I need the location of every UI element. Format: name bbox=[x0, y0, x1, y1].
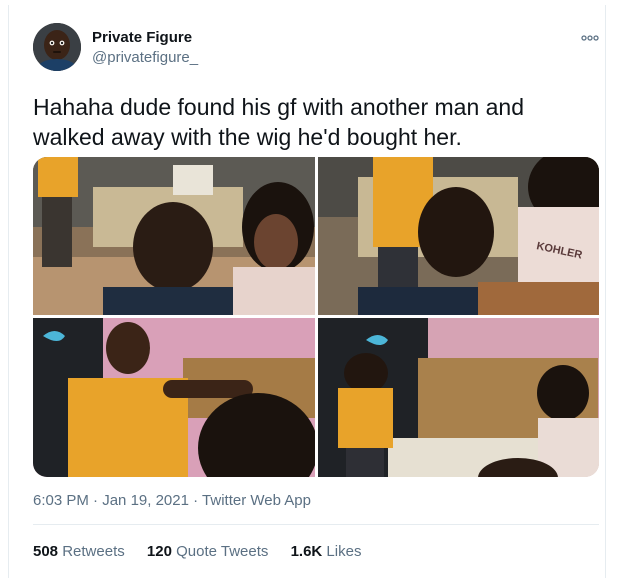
likes-stat[interactable]: 1.6K Likes bbox=[291, 543, 362, 560]
tweet-stats: 508 Retweets 120 Quote Tweets 1.6K Likes bbox=[33, 543, 379, 560]
separator: · bbox=[193, 492, 199, 509]
avatar[interactable] bbox=[33, 23, 81, 71]
divider bbox=[33, 524, 599, 525]
likes-label: Likes bbox=[326, 543, 362, 560]
media-photo-1[interactable] bbox=[33, 157, 315, 315]
tweet-time[interactable]: 6:03 PM bbox=[33, 492, 89, 509]
retweets-stat[interactable]: 508 Retweets bbox=[33, 543, 129, 560]
quotes-count: 120 bbox=[146, 543, 172, 560]
retweets-count: 508 bbox=[33, 543, 59, 560]
author-name[interactable]: Private Figure bbox=[92, 29, 192, 46]
tweet-date[interactable]: Jan 19, 2021 bbox=[102, 492, 189, 509]
tweet-text: Hahaha dude found his gf with another ma… bbox=[33, 94, 525, 150]
separator: · bbox=[93, 492, 99, 509]
tweet-source[interactable]: Twitter Web App bbox=[202, 492, 311, 509]
likes-count: 1.6K bbox=[290, 543, 323, 560]
media-photo-3[interactable] bbox=[33, 318, 315, 477]
retweets-label: Retweets bbox=[62, 543, 125, 560]
media-grid: KOHLER bbox=[33, 157, 599, 477]
tweet-card: Private Figure @privatefigure_ Hahaha du… bbox=[8, 5, 606, 578]
tweet-timestamp: 6:03 PM · Jan 19, 2021 · Twitter Web App bbox=[33, 492, 311, 509]
media-photo-2[interactable]: KOHLER bbox=[318, 157, 599, 315]
quotes-stat[interactable]: 120 Quote Tweets bbox=[147, 543, 273, 560]
media-photo-4[interactable] bbox=[318, 318, 599, 477]
author-handle[interactable]: @privatefigure_ bbox=[92, 49, 198, 66]
quotes-label: Quote Tweets bbox=[176, 543, 269, 560]
more-icon[interactable] bbox=[580, 31, 600, 43]
